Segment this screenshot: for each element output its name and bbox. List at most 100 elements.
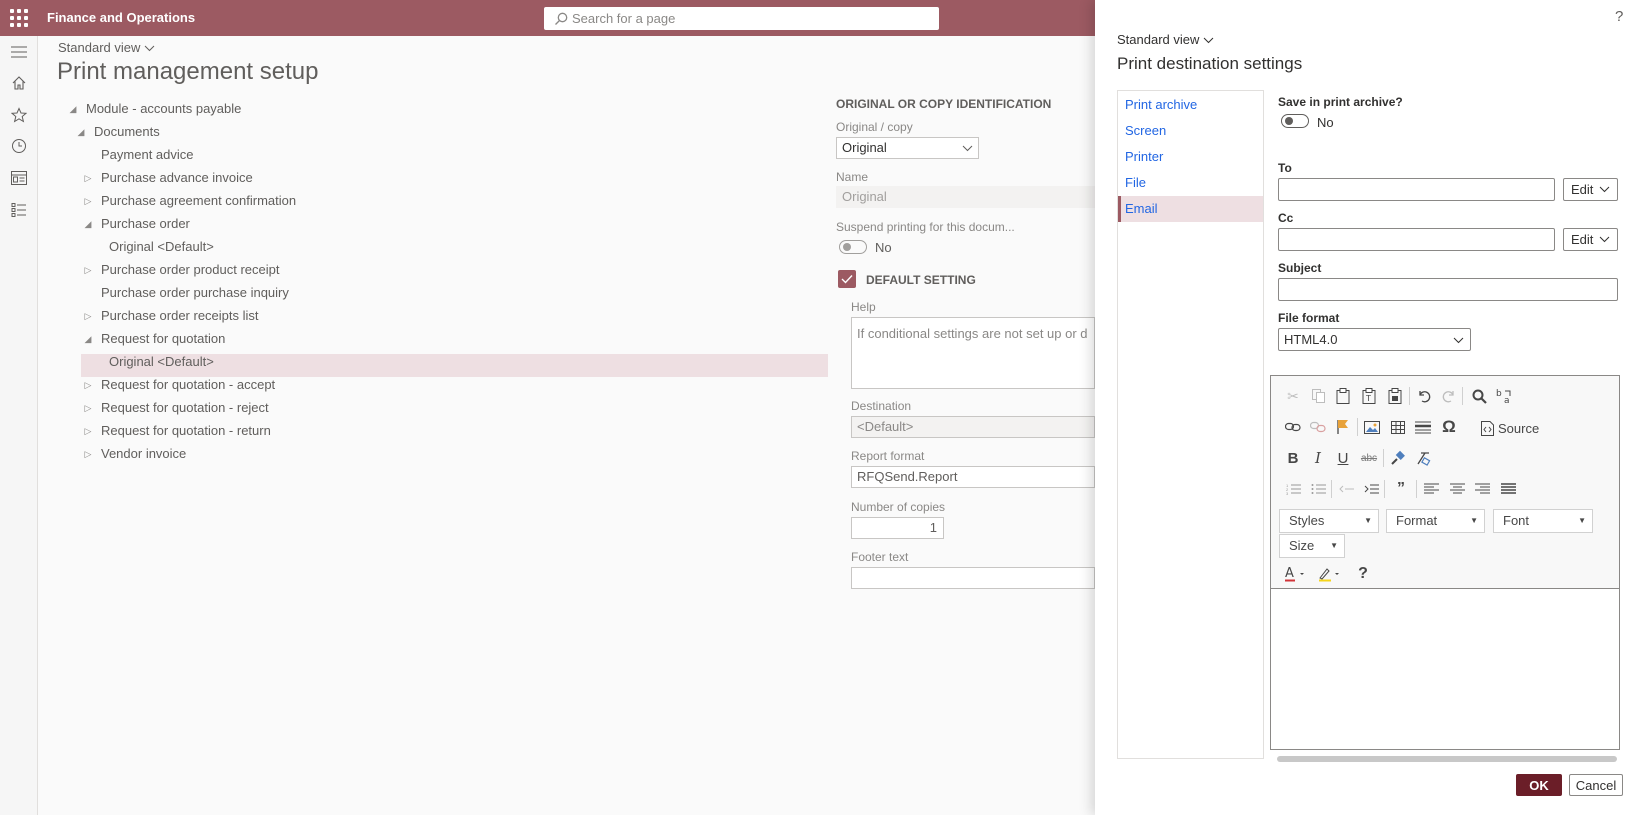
tree-collapsed-triangle-icon[interactable]: ▷ — [83, 259, 93, 281]
font-combo[interactable]: Font ▼ — [1493, 509, 1593, 533]
workspaces-icon[interactable] — [9, 168, 29, 188]
original-copy-select[interactable]: Original — [836, 137, 979, 159]
nav-screen[interactable]: Screen — [1118, 118, 1263, 144]
cancel-button[interactable]: Cancel — [1569, 774, 1623, 796]
tree-item[interactable]: ▷ Request for quotation - reject — [85, 397, 269, 419]
paste-text-icon[interactable]: T — [1359, 386, 1379, 406]
strikethrough-icon[interactable]: abc — [1359, 448, 1379, 468]
editor-horizontal-scrollbar[interactable] — [1277, 756, 1617, 762]
decrease-indent-icon[interactable] — [1336, 479, 1356, 499]
tree-item[interactable]: ◢ Request for quotation — [85, 328, 226, 350]
tree-item[interactable]: ◢ Documents — [78, 121, 160, 143]
tree-collapsed-triangle-icon[interactable]: ▷ — [83, 190, 93, 212]
to-edit-button[interactable]: Edit — [1563, 178, 1618, 201]
tree-item[interactable]: ▷ Purchase order product receipt — [85, 259, 280, 281]
tree-item[interactable]: ▷ Purchase agreement confirmation — [85, 190, 297, 212]
app-title[interactable]: Finance and Operations — [47, 10, 195, 25]
favorites-star-icon[interactable] — [9, 105, 29, 125]
replace-icon[interactable]: ba — [1495, 386, 1515, 406]
copy-formatting-brush-icon[interactable] — [1388, 448, 1408, 468]
bulleted-list-icon[interactable] — [1308, 479, 1328, 499]
search-input[interactable]: Search for a page — [544, 7, 939, 30]
tree-collapsed-triangle-icon[interactable]: ▷ — [83, 374, 93, 396]
align-left-icon[interactable] — [1421, 479, 1441, 499]
cc-input[interactable] — [1278, 228, 1555, 251]
justify-icon[interactable] — [1498, 479, 1518, 499]
format-combo[interactable]: Format ▼ — [1386, 509, 1485, 533]
file-format-select[interactable]: HTML4.0 — [1278, 328, 1471, 351]
nav-email[interactable]: Email — [1118, 196, 1263, 222]
tree-item[interactable]: ▷ Purchase order receipts list — [85, 305, 259, 327]
background-color-icon[interactable] — [1317, 564, 1343, 584]
tree-expanded-triangle-icon[interactable]: ◢ — [83, 328, 93, 350]
save-archive-toggle[interactable] — [1281, 114, 1309, 128]
panel-standard-view-selector[interactable]: Standard view — [1117, 32, 1214, 47]
tree-item[interactable]: ▷ Vendor invoice — [85, 443, 187, 465]
tree-expanded-triangle-icon[interactable]: ◢ — [68, 98, 78, 120]
cc-edit-button[interactable]: Edit — [1563, 228, 1618, 251]
report-format-field[interactable]: RFQSend.Report — [851, 466, 1095, 488]
align-right-icon[interactable] — [1472, 479, 1492, 499]
remove-format-icon[interactable] — [1413, 448, 1433, 468]
nav-file[interactable]: File — [1118, 170, 1263, 196]
paste-icon[interactable] — [1333, 386, 1353, 406]
tree-collapsed-triangle-icon[interactable]: ▷ — [83, 167, 93, 189]
size-combo[interactable]: Size ▼ — [1279, 534, 1345, 558]
app-launcher-icon[interactable] — [10, 9, 28, 27]
unlink-icon[interactable] — [1308, 417, 1328, 437]
link-icon[interactable] — [1283, 417, 1303, 437]
modules-list-icon[interactable] — [9, 200, 29, 220]
nav-print-archive[interactable]: Print archive — [1118, 92, 1263, 118]
find-icon[interactable] — [1469, 386, 1489, 406]
hamburger-icon[interactable] — [9, 42, 29, 62]
tree-item[interactable]: Original <Default> — [109, 351, 214, 373]
tree-item[interactable]: ◢ Purchase order — [85, 213, 190, 235]
horizontal-line-icon[interactable] — [1413, 417, 1433, 437]
styles-combo[interactable]: Styles ▼ — [1279, 509, 1379, 533]
table-icon[interactable] — [1388, 417, 1408, 437]
home-icon[interactable] — [9, 73, 29, 93]
tree-collapsed-triangle-icon[interactable]: ▷ — [83, 443, 93, 465]
nav-printer[interactable]: Printer — [1118, 144, 1263, 170]
anchor-flag-icon[interactable] — [1333, 417, 1353, 437]
special-character-omega-icon[interactable]: Ω — [1439, 417, 1459, 437]
name-field[interactable]: Original — [836, 186, 1095, 208]
paste-word-icon[interactable] — [1385, 386, 1405, 406]
undo-icon[interactable] — [1414, 386, 1434, 406]
tree-item[interactable]: Original <Default> — [109, 236, 214, 258]
standard-view-selector[interactable]: Standard view — [58, 40, 155, 55]
to-input[interactable] — [1278, 178, 1555, 201]
italic-icon[interactable]: I — [1308, 448, 1328, 468]
recent-clock-icon[interactable] — [9, 136, 29, 156]
tree-item[interactable]: ◢ Module - accounts payable — [70, 98, 242, 120]
suspend-printing-toggle[interactable] — [839, 240, 867, 254]
subject-input[interactable] — [1278, 278, 1618, 301]
text-color-icon[interactable]: A — [1283, 564, 1309, 584]
tree-collapsed-triangle-icon[interactable]: ▷ — [83, 420, 93, 442]
tree-expanded-triangle-icon[interactable]: ◢ — [83, 213, 93, 235]
align-center-icon[interactable] — [1447, 479, 1467, 499]
ok-button[interactable]: OK — [1516, 774, 1562, 796]
editor-help-icon[interactable]: ? — [1353, 564, 1373, 584]
number-of-copies-field[interactable]: 1 — [851, 517, 944, 539]
default-setting-checkbox[interactable] — [838, 270, 856, 288]
tree-collapsed-triangle-icon[interactable]: ▷ — [83, 397, 93, 419]
bold-icon[interactable]: B — [1283, 448, 1303, 468]
tree-item[interactable]: Payment advice — [101, 144, 194, 166]
destination-field[interactable]: <Default> — [851, 416, 1095, 438]
help-icon[interactable]: ? — [1615, 8, 1623, 25]
numbered-list-icon[interactable]: 123 — [1283, 479, 1303, 499]
underline-icon[interactable]: U — [1333, 448, 1353, 468]
image-icon[interactable] — [1362, 417, 1382, 437]
redo-icon[interactable] — [1439, 386, 1459, 406]
tree-expanded-triangle-icon[interactable]: ◢ — [76, 121, 86, 143]
tree-item[interactable]: Purchase order purchase inquiry — [101, 282, 289, 304]
tree-item[interactable]: ▷ Request for quotation - accept — [85, 374, 276, 396]
tree-collapsed-triangle-icon[interactable]: ▷ — [83, 305, 93, 327]
source-button[interactable]: Source — [1481, 418, 1539, 438]
copy-icon[interactable] — [1308, 386, 1328, 406]
cut-icon[interactable]: ✂ — [1283, 386, 1303, 406]
footer-text-field[interactable] — [851, 567, 1095, 589]
tree-item[interactable]: ▷ Purchase advance invoice — [85, 167, 253, 189]
tree-item[interactable]: ▷ Request for quotation - return — [85, 420, 271, 442]
